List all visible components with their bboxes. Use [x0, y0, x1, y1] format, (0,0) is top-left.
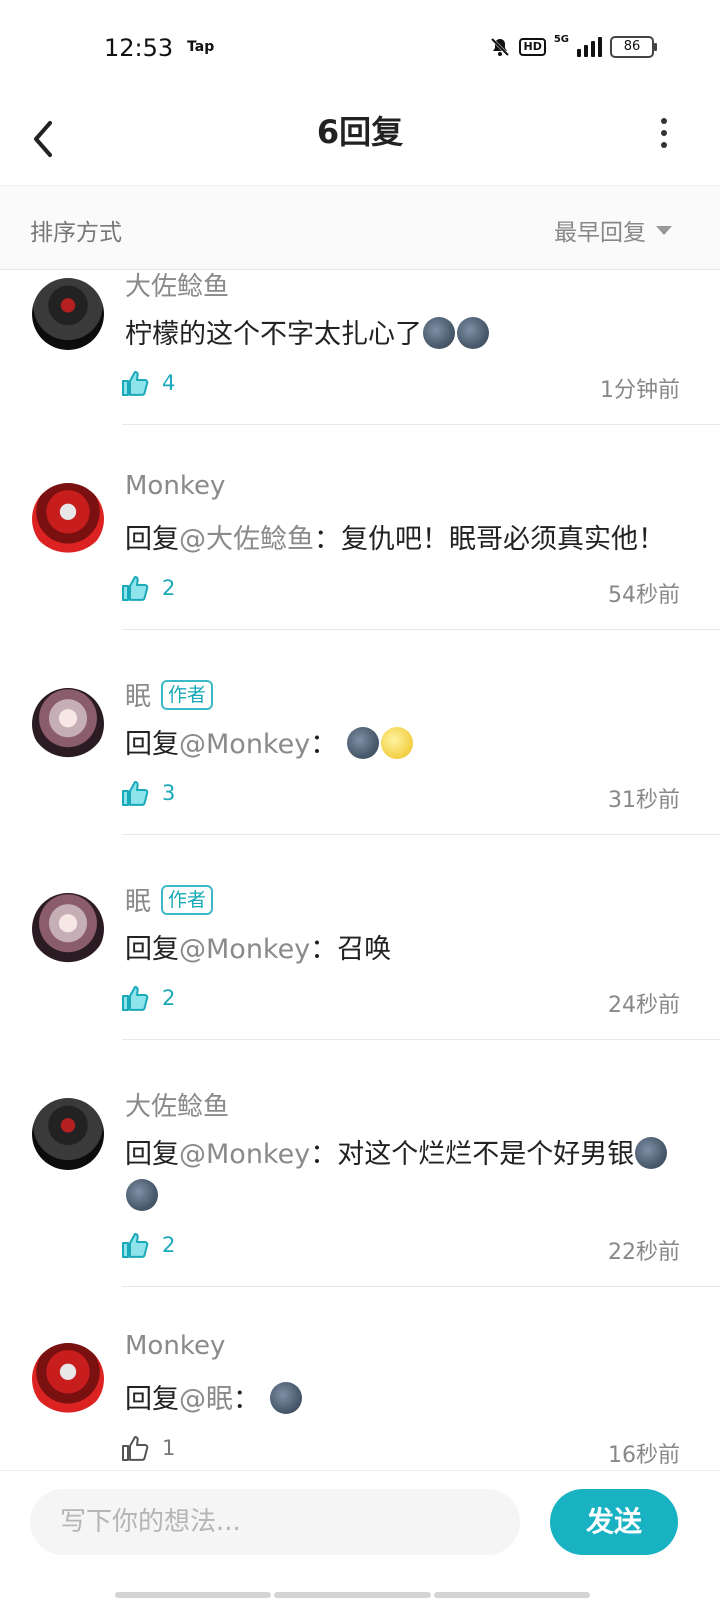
reply-item: Monkey 回复@大佐鲶鱼：复仇吧！眠哥必须真实他！ 2 54秒前: [0, 471, 720, 680]
reply-time: 31秒前: [608, 788, 680, 813]
username[interactable]: Monkey: [125, 1331, 225, 1361]
mention-link[interactable]: @眠: [179, 1384, 233, 1415]
like-button[interactable]: 2: [120, 1230, 175, 1260]
divider: [122, 1039, 720, 1040]
app-tag: Tap: [187, 39, 215, 55]
username[interactable]: 大佐鲶鱼: [125, 270, 229, 303]
avatar[interactable]: [32, 893, 104, 965]
network-label: 5G: [553, 33, 569, 45]
divider: [122, 629, 720, 630]
like-count: 1: [162, 1436, 176, 1460]
sort-bar: 排序方式 最早回复: [0, 186, 720, 270]
yellow-moon-face-icon: [380, 727, 413, 759]
like-count: 2: [162, 576, 176, 600]
mention-link[interactable]: @大佐鲶鱼: [179, 524, 314, 555]
reply-list: 大佐鲶鱼 柠檬的这个不字太扎心了 4 1分钟前 Monkey 回复@大佐鲶鱼：复…: [0, 270, 720, 1500]
more-vertical-icon: [661, 118, 667, 148]
reply-text: 回复@Monkey：召唤: [125, 934, 392, 965]
thumbs-up-outline-icon: [122, 1436, 149, 1461]
thumbs-up-icon: [122, 781, 149, 806]
sort-selected: 最早回复: [554, 220, 646, 246]
reply-item: 眠作者 回复@Monkey：召唤 2 24秒前: [0, 884, 720, 1090]
like-button[interactable]: 3: [120, 778, 175, 808]
reply-item: 大佐鲶鱼 柠檬的这个不字太扎心了 4 1分钟前: [0, 270, 720, 475]
reply-time: 24秒前: [608, 993, 680, 1018]
dark-moon-face-icon: [346, 727, 379, 759]
like-count: 2: [162, 986, 176, 1010]
thumbs-up-icon: [122, 371, 149, 396]
avatar[interactable]: [32, 1098, 104, 1170]
reply-item: 大佐鲶鱼 回复@Monkey：对这个烂烂不是个好男银 2 22秒前: [0, 1090, 720, 1335]
author-badge: 作者: [161, 679, 214, 710]
like-button[interactable]: 4: [120, 368, 175, 398]
avatar[interactable]: [32, 483, 104, 555]
reply-text: 回复@眠：: [125, 1379, 685, 1421]
username[interactable]: Monkey: [125, 471, 225, 501]
mute-bell-icon: [491, 37, 510, 57]
thumbs-up-icon: [122, 986, 149, 1011]
caret-down-icon: [656, 225, 672, 235]
like-count: 4: [162, 371, 176, 395]
divider: [122, 424, 720, 425]
top-bar: 6回复: [0, 95, 720, 186]
gesture-bar: [115, 1592, 590, 1598]
reply-time: 54秒前: [608, 583, 680, 608]
sort-dropdown[interactable]: 最早回复: [554, 213, 672, 247]
thumbs-up-icon: [122, 1233, 149, 1258]
avatar[interactable]: [32, 688, 104, 760]
dark-moon-face-icon: [457, 317, 489, 349]
dark-moon-face-icon: [423, 317, 455, 349]
avatar[interactable]: [32, 1343, 104, 1415]
dark-moon-face-icon: [269, 1382, 302, 1414]
like-button[interactable]: 1: [120, 1433, 175, 1463]
mention-link[interactable]: @Monkey: [179, 1139, 310, 1170]
reply-item: 眠作者 回复@Monkey： 3 31秒前: [0, 679, 720, 885]
mention-link[interactable]: @Monkey: [179, 729, 310, 760]
like-count: 3: [162, 781, 176, 805]
reply-text: 回复@Monkey：对这个烂烂不是个好男银: [125, 1134, 685, 1218]
hd-icon: HD: [519, 38, 546, 56]
username[interactable]: 大佐鲶鱼: [125, 1086, 229, 1123]
like-count: 2: [162, 1233, 176, 1257]
divider: [122, 1286, 720, 1287]
like-button[interactable]: 2: [120, 573, 175, 603]
divider: [122, 834, 720, 835]
reply-time: 16秒前: [608, 1443, 680, 1468]
dark-moon-face-icon: [635, 1137, 668, 1169]
page-title: 6回复: [316, 113, 404, 151]
status-icons: HD 5G 86: [489, 33, 657, 58]
username[interactable]: 眠: [125, 676, 151, 713]
reply-input[interactable]: 写下你的想法...: [30, 1489, 520, 1555]
username[interactable]: 眠: [125, 881, 151, 918]
mention-link[interactable]: @Monkey: [179, 934, 310, 965]
reply-composer: 写下你的想法... 发送: [0, 1470, 720, 1601]
reply-time: 1分钟前: [600, 378, 680, 403]
reply-text: 柠檬的这个不字太扎心了: [125, 314, 685, 356]
reply-text: 回复@大佐鲶鱼：复仇吧！眠哥必须真实他！: [125, 524, 665, 555]
reply-text: 回复@Monkey：: [125, 724, 685, 766]
avatar[interactable]: [32, 278, 104, 350]
dark-moon-face-icon: [126, 1179, 158, 1211]
like-button[interactable]: 2: [120, 983, 175, 1013]
more-options-button[interactable]: [652, 113, 676, 153]
sort-label: 排序方式: [30, 220, 122, 246]
status-bar: 12:53 Tap HD 5G 86: [0, 0, 720, 95]
reply-time: 22秒前: [608, 1240, 680, 1265]
signal-icon: [577, 37, 602, 57]
author-badge: 作者: [161, 884, 214, 915]
thumbs-up-icon: [122, 576, 149, 601]
battery-icon: 86: [610, 36, 657, 58]
send-button[interactable]: 发送: [550, 1489, 678, 1555]
